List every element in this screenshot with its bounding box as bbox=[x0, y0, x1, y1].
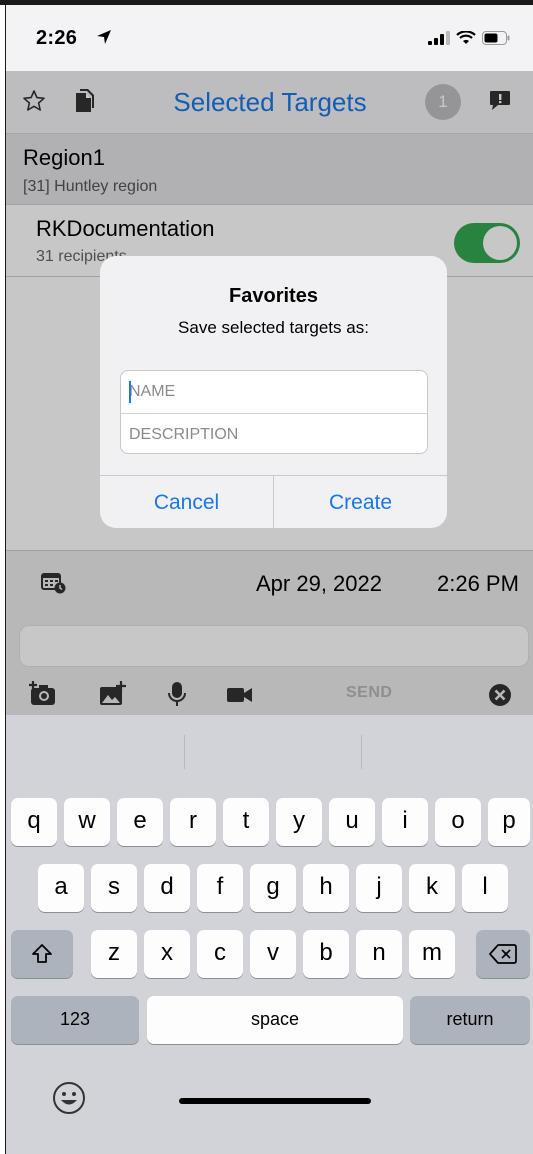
return-key[interactable]: return bbox=[410, 996, 530, 1044]
home-indicator[interactable] bbox=[179, 1098, 371, 1104]
name-field[interactable] bbox=[121, 371, 427, 412]
key-e[interactable]: e bbox=[117, 798, 163, 846]
wifi-icon bbox=[456, 31, 476, 44]
emoji-icon[interactable] bbox=[51, 1080, 87, 1116]
key-k[interactable]: k bbox=[409, 864, 455, 912]
key-b[interactable]: b bbox=[303, 930, 349, 978]
dialog-message: Save selected targets as: bbox=[178, 318, 369, 337]
prediction-divider bbox=[361, 735, 362, 769]
key-a[interactable]: a bbox=[38, 864, 84, 912]
key-i[interactable]: i bbox=[382, 798, 428, 846]
location-arrow-icon bbox=[97, 30, 111, 44]
key-j[interactable]: j bbox=[356, 864, 402, 912]
key-c[interactable]: c bbox=[197, 930, 243, 978]
keyboard: q w e r t y u i o p a s d f g h j k l z … bbox=[6, 715, 533, 1154]
key-d[interactable]: d bbox=[144, 864, 190, 912]
prediction-divider bbox=[184, 735, 185, 769]
favorites-dialog: Favorites Save selected targets as: Canc… bbox=[100, 256, 447, 528]
create-button[interactable]: Create bbox=[274, 476, 447, 528]
key-o[interactable]: o bbox=[435, 798, 481, 846]
text-cursor bbox=[129, 381, 131, 403]
dialog-title: Favorites bbox=[229, 285, 318, 307]
dialog-fields bbox=[120, 370, 428, 454]
key-f[interactable]: f bbox=[197, 864, 243, 912]
description-field[interactable] bbox=[121, 414, 427, 453]
key-x[interactable]: x bbox=[144, 930, 190, 978]
key-n[interactable]: n bbox=[356, 930, 402, 978]
key-u[interactable]: u bbox=[329, 798, 375, 846]
dialog-button-bar: Cancel Create bbox=[100, 475, 447, 528]
key-r[interactable]: r bbox=[170, 798, 216, 846]
numbers-key[interactable]: 123 bbox=[11, 996, 139, 1044]
status-bar: 2:26 bbox=[6, 5, 533, 71]
cellular-signal-icon bbox=[428, 31, 450, 45]
key-q[interactable]: q bbox=[11, 798, 57, 846]
status-time: 2:26 bbox=[36, 27, 78, 49]
key-p[interactable]: p bbox=[488, 798, 530, 846]
phone-screen: 2:26 Selected Targets 1 Region1 [31] Hun… bbox=[5, 5, 533, 1154]
shift-key[interactable] bbox=[11, 930, 73, 978]
key-s[interactable]: s bbox=[91, 864, 137, 912]
key-w[interactable]: w bbox=[64, 798, 110, 846]
cancel-button[interactable]: Cancel bbox=[100, 476, 273, 528]
key-l[interactable]: l bbox=[462, 864, 508, 912]
key-m[interactable]: m bbox=[409, 930, 455, 978]
key-y[interactable]: y bbox=[276, 798, 322, 846]
shift-icon bbox=[32, 944, 52, 963]
key-h[interactable]: h bbox=[303, 864, 349, 912]
key-g[interactable]: g bbox=[250, 864, 296, 912]
battery-icon bbox=[482, 31, 510, 45]
backspace-icon bbox=[489, 944, 517, 964]
key-t[interactable]: t bbox=[223, 798, 269, 846]
delete-key[interactable] bbox=[476, 930, 530, 978]
space-key[interactable]: space bbox=[147, 996, 403, 1044]
key-v[interactable]: v bbox=[250, 930, 296, 978]
key-z[interactable]: z bbox=[91, 930, 137, 978]
